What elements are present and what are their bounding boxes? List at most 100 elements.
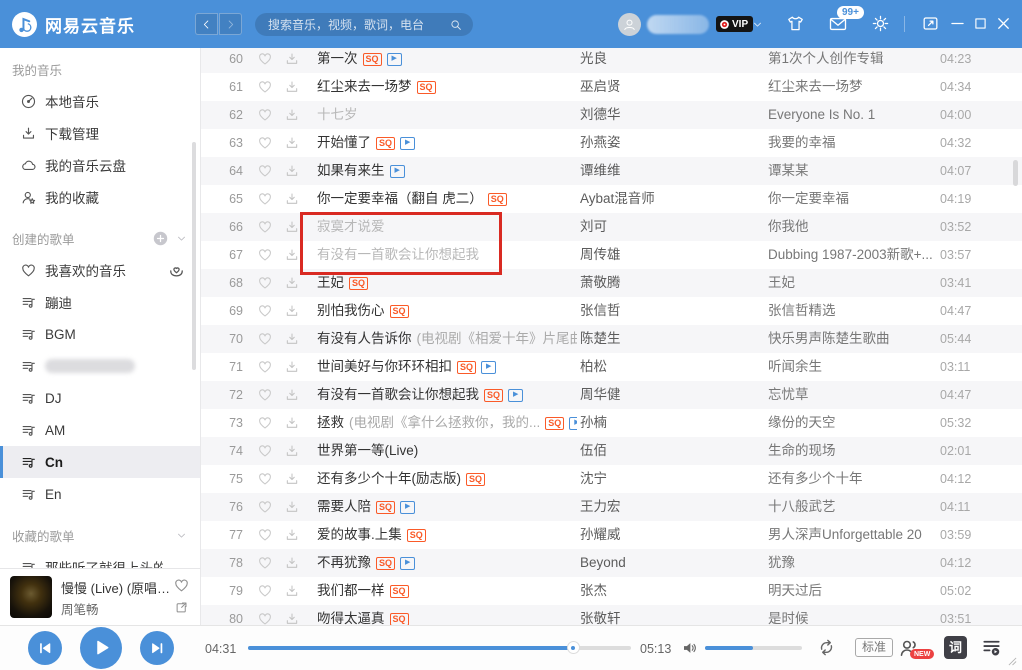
like-heart-icon[interactable]	[257, 79, 273, 95]
song-album[interactable]: 第1次个人创作专辑	[768, 48, 932, 73]
volume-icon[interactable]	[681, 639, 699, 657]
song-artist[interactable]: 孙楠	[580, 409, 756, 437]
sq-badge[interactable]: SQ	[390, 613, 409, 626]
resize-grip[interactable]	[1008, 657, 1017, 666]
sq-badge[interactable]: SQ	[466, 473, 485, 486]
back-button[interactable]	[195, 13, 218, 35]
download-icon[interactable]	[284, 275, 300, 291]
sidebar-playlist-BGM[interactable]: BGM	[0, 318, 200, 350]
song-row-78[interactable]: 78不再犹豫SQ▶Beyond犹豫04:12	[201, 549, 1022, 577]
song-album[interactable]: 张信哲精选	[768, 297, 932, 325]
list-scrollbar-thumb[interactable]	[1013, 160, 1018, 186]
song-title-cell[interactable]: 有没有人告诉你(电视剧《相爱十年》片尾曲)	[317, 325, 577, 353]
listen-together-button[interactable]: NEW	[898, 636, 922, 660]
sidebar-scrollbar-thumb[interactable]	[192, 142, 196, 370]
like-heart-icon[interactable]	[257, 303, 273, 319]
song-artist[interactable]: 刘可	[580, 213, 756, 241]
sidebar-item-我的收藏[interactable]: 我的收藏	[0, 181, 200, 213]
sq-badge[interactable]: SQ	[376, 501, 395, 514]
like-heart-icon[interactable]	[257, 135, 273, 151]
song-title-cell[interactable]: 第一次SQ▶	[317, 48, 577, 73]
song-album[interactable]: 你一定要幸福	[768, 185, 932, 213]
mv-badge[interactable]: ▶	[387, 53, 402, 66]
song-album[interactable]: 谭某某	[768, 157, 932, 185]
song-album[interactable]: 还有多少个十年	[768, 465, 932, 493]
username-blurred[interactable]	[647, 15, 709, 34]
song-artist[interactable]: 周传雄	[580, 241, 756, 269]
song-title-cell[interactable]: 吻得太逼真SQ	[317, 605, 577, 625]
song-title-cell[interactable]: 世间美好与你环环相扣SQ▶	[317, 353, 577, 381]
next-button[interactable]	[140, 631, 174, 665]
song-title-cell[interactable]: 别怕我伤心SQ	[317, 297, 577, 325]
song-album[interactable]: 听闻余生	[768, 353, 932, 381]
sq-badge[interactable]: SQ	[457, 361, 476, 374]
song-title-cell[interactable]: 十七岁	[317, 101, 577, 129]
song-title-cell[interactable]: 你一定要幸福（翻自 虎二）SQ	[317, 185, 577, 213]
sq-badge[interactable]: SQ	[363, 53, 382, 66]
mv-badge[interactable]: ▶	[400, 137, 415, 150]
search-input[interactable]: 搜索音乐，视频，歌词，电台	[255, 13, 473, 36]
mv-badge[interactable]: ▶	[390, 165, 405, 178]
song-row-64[interactable]: 64如果有来生▶谭维维谭某某04:07	[201, 157, 1022, 185]
song-title-cell[interactable]: 我们都一样SQ	[317, 577, 577, 605]
sidebar-collected-playlist-那些听了就很上头的中文歌[interactable]: 那些听了就很上头的中文歌	[0, 551, 200, 568]
now-playing-panel[interactable]: 慢慢 (Live) (原唱… 周笔畅	[0, 568, 201, 625]
song-artist[interactable]: 柏松	[580, 353, 756, 381]
mv-badge[interactable]: ▶	[481, 361, 496, 374]
collapse-created-icon[interactable]	[175, 232, 188, 245]
now-playing-like-icon[interactable]	[173, 577, 190, 594]
like-heart-icon[interactable]	[257, 471, 273, 487]
download-icon[interactable]	[284, 163, 300, 179]
song-artist[interactable]: 陈楚生	[580, 325, 756, 353]
play-button[interactable]	[80, 627, 122, 669]
song-row-65[interactable]: 65你一定要幸福（翻自 虎二）SQAybat混音师你一定要幸福04:19	[201, 185, 1022, 213]
song-artist[interactable]: 周华健	[580, 381, 756, 409]
like-heart-icon[interactable]	[257, 219, 273, 235]
maximize-icon[interactable]	[972, 15, 989, 32]
download-icon[interactable]	[284, 107, 300, 123]
song-artist[interactable]: 张敬轩	[580, 605, 756, 625]
song-row-60[interactable]: 60第一次SQ▶光良第1次个人创作专辑04:23	[201, 48, 1022, 73]
vip-badge[interactable]: VIP	[716, 16, 753, 32]
download-icon[interactable]	[284, 79, 300, 95]
now-playing-artist[interactable]: 周笔畅	[61, 599, 161, 618]
now-playing-album-art[interactable]	[10, 576, 52, 618]
sidebar-item-下载管理[interactable]: 下载管理	[0, 117, 200, 149]
sq-badge[interactable]: SQ	[484, 389, 503, 402]
song-row-76[interactable]: 76需要人陪SQ▶王力宏十八般武艺04:11	[201, 493, 1022, 521]
song-title-cell[interactable]: 还有多少个十年(励志版)SQ	[317, 465, 577, 493]
mv-badge[interactable]: ▶	[508, 389, 523, 402]
like-heart-icon[interactable]	[257, 415, 273, 431]
download-icon[interactable]	[284, 471, 300, 487]
download-icon[interactable]	[284, 611, 300, 625]
song-album[interactable]: 生命的现场	[768, 437, 932, 465]
download-icon[interactable]	[284, 499, 300, 515]
sq-badge[interactable]: SQ	[417, 81, 436, 94]
like-heart-icon[interactable]	[257, 527, 273, 543]
song-title-cell[interactable]: 世界第一等(Live)	[317, 437, 577, 465]
song-album[interactable]: 男人深声Unforgettable 20	[768, 521, 932, 549]
messages-button[interactable]: 99+	[828, 14, 848, 34]
song-album[interactable]: 我要的幸福	[768, 129, 932, 157]
download-icon[interactable]	[284, 331, 300, 347]
song-artist[interactable]: Beyond	[580, 549, 756, 577]
like-heart-icon[interactable]	[257, 555, 273, 571]
song-row-63[interactable]: 63开始懂了VIPSQ▶孙燕姿我要的幸福04:32	[201, 129, 1022, 157]
account-chevron-down-icon[interactable]	[751, 18, 764, 31]
song-album[interactable]: 快乐男声陈楚生歌曲	[768, 325, 932, 353]
song-row-62[interactable]: 62十七岁刘德华Everyone Is No. 104:00	[201, 101, 1022, 129]
download-icon[interactable]	[284, 51, 300, 67]
download-icon[interactable]	[284, 191, 300, 207]
search-icon[interactable]	[449, 18, 463, 32]
like-heart-icon[interactable]	[257, 331, 273, 347]
previous-button[interactable]	[28, 631, 62, 665]
download-icon[interactable]	[284, 303, 300, 319]
like-heart-icon[interactable]	[257, 499, 273, 515]
lyrics-button[interactable]: 词	[944, 636, 967, 659]
heart-hands-icon[interactable]	[167, 261, 186, 280]
song-artist[interactable]: 光良	[580, 48, 756, 73]
like-heart-icon[interactable]	[257, 191, 273, 207]
sidebar-playlist-En[interactable]: En	[0, 478, 200, 510]
song-title-cell[interactable]: 开始懂了VIPSQ▶	[317, 129, 577, 157]
song-artist[interactable]: 王力宏	[580, 493, 756, 521]
